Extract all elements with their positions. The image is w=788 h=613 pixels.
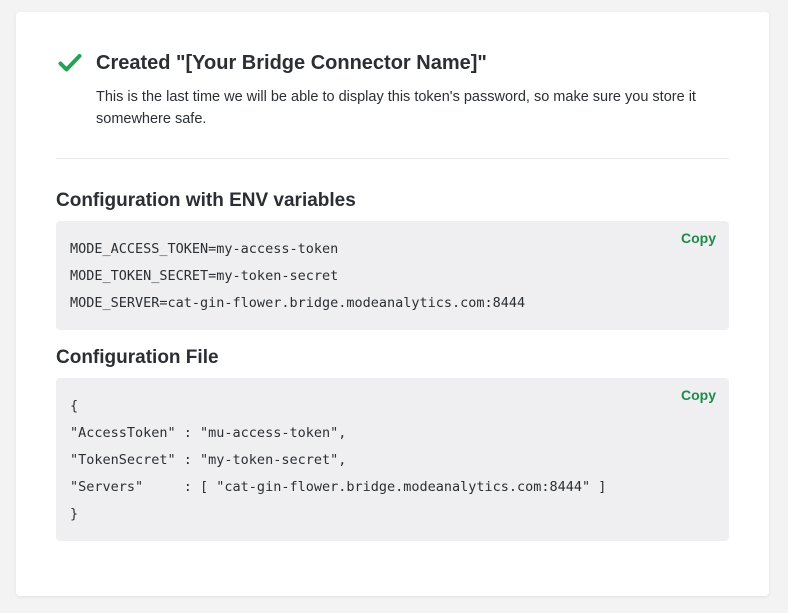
code-line: } — [70, 506, 79, 522]
token-warning-text: This is the last time we will be able to… — [96, 89, 696, 127]
file-code-lines: { "AccessToken" : "mu-access-token", "To… — [70, 395, 606, 530]
file-copy-button[interactable]: Copy — [681, 387, 716, 403]
success-header: Created "[Your Bridge Connector Name]" — [58, 50, 487, 76]
code-line: "AccessToken" : "mu-access-token", — [70, 425, 347, 441]
code-line: MODE_SERVER=cat-gin-flower.bridge.modean… — [70, 295, 526, 311]
env-code-block: Copy MODE_ACCESS_TOKEN=my-access-token M… — [56, 221, 729, 330]
page-title: Created "[Your Bridge Connector Name]" — [96, 52, 487, 74]
success-card: Created "[Your Bridge Connector Name]" T… — [16, 12, 769, 596]
code-line: MODE_ACCESS_TOKEN=my-access-token — [70, 241, 339, 257]
code-line: "TokenSecret" : "my-token-secret", — [70, 452, 347, 468]
env-section-title: Configuration with ENV variables — [56, 190, 356, 211]
checkmark-icon — [58, 54, 82, 72]
code-line: { — [70, 398, 79, 414]
file-code-block: Copy { "AccessToken" : "mu-access-token"… — [56, 378, 729, 541]
file-section-title: Configuration File — [56, 347, 219, 368]
env-code-lines: MODE_ACCESS_TOKEN=my-access-token MODE_T… — [70, 238, 525, 319]
code-line: "Servers" : [ "cat-gin-flower.bridge.mod… — [70, 479, 607, 495]
code-line: MODE_TOKEN_SECRET=my-token-secret — [70, 268, 339, 284]
env-copy-button[interactable]: Copy — [681, 230, 716, 246]
divider — [56, 158, 729, 159]
